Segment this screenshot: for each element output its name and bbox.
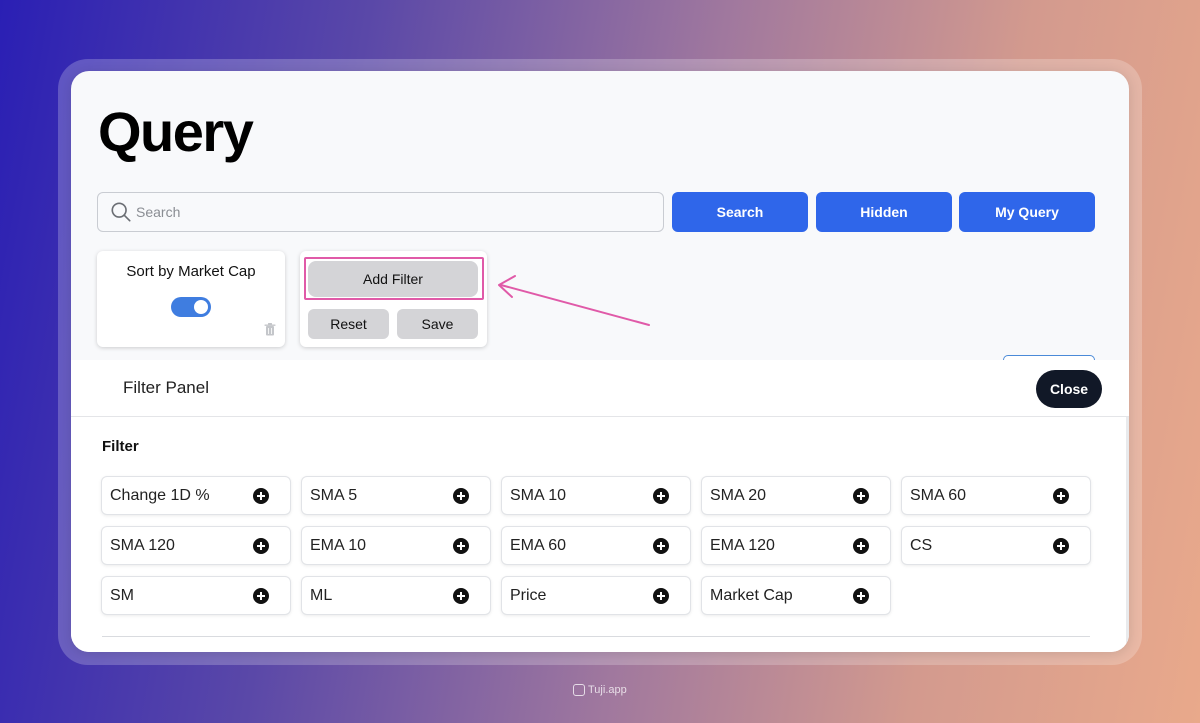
filter-chip[interactable]: EMA 10 — [301, 526, 491, 565]
panel-header: Filter Panel Close — [71, 360, 1129, 417]
search-input[interactable] — [136, 204, 636, 220]
filter-chip[interactable]: Market Cap — [701, 576, 891, 615]
watermark-logo-icon — [573, 684, 585, 696]
add-circle-icon[interactable] — [1053, 537, 1069, 554]
filter-chip[interactable]: EMA 120 — [701, 526, 891, 565]
save-button[interactable]: Save — [397, 309, 478, 339]
filter-chip-label: SMA 20 — [710, 486, 767, 504]
filter-chip-label: EMA 120 — [710, 536, 775, 554]
filter-chip[interactable]: SMA 120 — [101, 526, 291, 565]
filter-chip-label: Change 1D % — [110, 486, 210, 504]
panel-divider — [102, 636, 1090, 637]
filter-chip-label: CS — [910, 536, 933, 554]
filter-chip[interactable]: Price — [501, 576, 691, 615]
add-circle-icon[interactable] — [253, 487, 269, 504]
filter-actions-card: Add Filter Reset Save — [300, 251, 487, 347]
filter-chip-label: SMA 10 — [510, 486, 567, 504]
filter-panel: Filter Panel Close Filter Change 1D % SM… — [71, 360, 1129, 652]
search-button[interactable]: Search — [672, 192, 808, 232]
filter-chip[interactable]: EMA 60 — [501, 526, 691, 565]
filter-section-heading: Filter — [102, 438, 139, 455]
close-button[interactable]: Close — [1036, 370, 1102, 408]
watermark: Tuji.app — [573, 684, 627, 696]
add-filter-button[interactable]: Add Filter — [308, 261, 478, 297]
my-query-button[interactable]: My Query — [959, 192, 1095, 232]
filter-chip[interactable]: SMA 60 — [901, 476, 1091, 515]
add-circle-icon[interactable] — [253, 537, 269, 554]
trash-icon[interactable] — [264, 323, 276, 336]
watermark-text: Tuji.app — [588, 684, 627, 696]
filter-chip[interactable]: SM — [101, 576, 291, 615]
add-circle-icon[interactable] — [653, 587, 669, 604]
filter-chip-label: ML — [310, 586, 333, 604]
panel-scrollbar[interactable] — [1126, 417, 1129, 652]
add-circle-icon[interactable] — [453, 587, 469, 604]
add-circle-icon[interactable] — [853, 537, 869, 554]
hidden-button[interactable]: Hidden — [816, 192, 952, 232]
page-title: Query — [98, 100, 254, 163]
filter-chip[interactable]: SMA 10 — [501, 476, 691, 515]
filter-chip-label: SMA 5 — [310, 486, 358, 504]
reset-button[interactable]: Reset — [308, 309, 389, 339]
app-window: Query Search Hidden My Query Sort by Mar… — [71, 71, 1129, 652]
filter-chip[interactable]: Change 1D % — [101, 476, 291, 515]
search-icon — [111, 202, 131, 222]
sort-card: Sort by Market Cap — [97, 251, 285, 347]
add-circle-icon[interactable] — [853, 487, 869, 504]
add-circle-icon[interactable] — [1053, 487, 1069, 504]
filter-chip-label: Price — [510, 586, 547, 604]
add-circle-icon[interactable] — [653, 487, 669, 504]
add-circle-icon[interactable] — [653, 537, 669, 554]
sort-toggle[interactable] — [171, 297, 211, 317]
filter-chip-label: SMA 60 — [910, 486, 967, 504]
toggle-knob — [194, 300, 208, 314]
filter-chip[interactable]: SMA 5 — [301, 476, 491, 515]
add-circle-icon[interactable] — [853, 587, 869, 604]
filter-chip[interactable]: SMA 20 — [701, 476, 891, 515]
add-circle-icon[interactable] — [253, 587, 269, 604]
filter-chip[interactable]: CS — [901, 526, 1091, 565]
add-circle-icon[interactable] — [453, 487, 469, 504]
filter-chip-label: EMA 60 — [510, 536, 567, 554]
filter-chip[interactable]: ML — [301, 576, 491, 615]
search-field[interactable] — [97, 192, 664, 232]
annotation-arrow — [498, 275, 650, 326]
filter-chip-label: EMA 10 — [310, 536, 367, 554]
add-circle-icon[interactable] — [453, 537, 469, 554]
sort-label: Sort by Market Cap — [126, 263, 256, 280]
filter-chip-label: SMA 120 — [110, 536, 175, 554]
filter-chip-label: SM — [110, 586, 134, 604]
panel-title: Filter Panel — [123, 378, 209, 397]
filter-chip-label: Market Cap — [710, 586, 793, 604]
